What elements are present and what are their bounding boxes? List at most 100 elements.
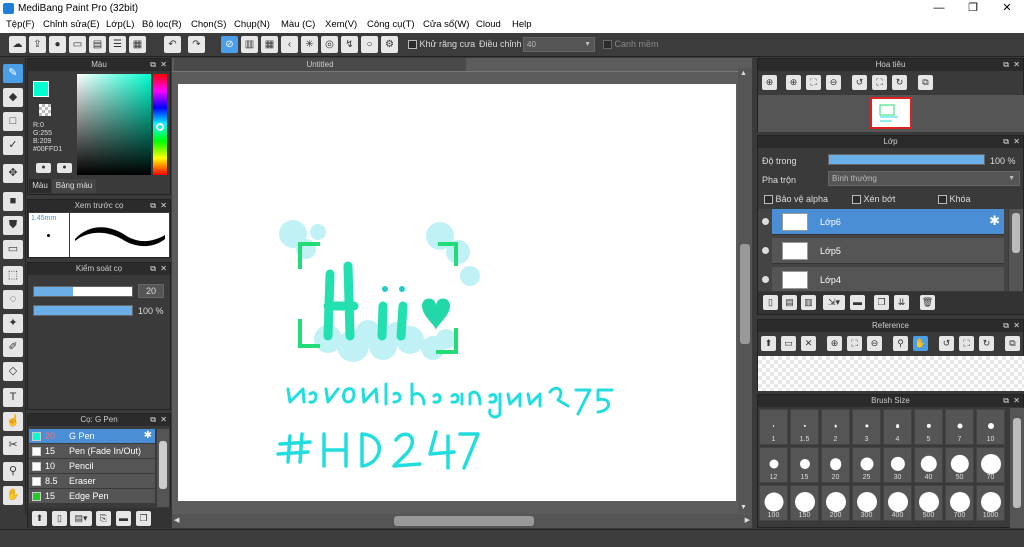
bucket-tool-icon[interactable]: ⛊ bbox=[3, 216, 23, 235]
float-icon[interactable]: ⧉ bbox=[1003, 320, 1009, 332]
parallel-snap-icon[interactable]: ▥ bbox=[241, 36, 258, 53]
brush-size-cell[interactable]: 7 bbox=[945, 409, 974, 445]
brush-size-cell[interactable]: 3 bbox=[852, 409, 881, 445]
canvas-horizontal-scrollbar[interactable]: ◀ ▶ bbox=[172, 514, 752, 528]
close-reference-icon[interactable]: ✕ bbox=[801, 336, 816, 351]
brush-size-cell[interactable]: 1 bbox=[759, 409, 788, 445]
brush-size-cell[interactable]: 1.5 bbox=[790, 409, 819, 445]
fit-window-icon[interactable]: ⛶ bbox=[806, 75, 821, 90]
scroll-right-icon[interactable]: ▶ bbox=[745, 516, 750, 524]
scroll-down-icon[interactable]: ▼ bbox=[740, 504, 747, 511]
flip-icon[interactable]: ⧉ bbox=[918, 75, 933, 90]
close-icon[interactable]: ✕ bbox=[160, 200, 167, 212]
tab-color[interactable]: Màu bbox=[29, 179, 51, 193]
menu-window[interactable]: Cửa sổ(W) bbox=[423, 19, 469, 30]
move-tool-icon[interactable]: ✥ bbox=[3, 164, 23, 183]
zoom-in-icon[interactable]: ⊕ bbox=[827, 336, 842, 351]
menu-help[interactable]: Help bbox=[512, 19, 532, 30]
comment-icon[interactable]: ▭ bbox=[69, 36, 86, 53]
brush-item-edge-pen[interactable]: 15 Edge Pen bbox=[29, 489, 155, 504]
brush-size-cell[interactable]: 500 bbox=[914, 485, 943, 521]
text-tool-icon[interactable]: T bbox=[3, 388, 23, 407]
lock-checkbox[interactable] bbox=[938, 195, 947, 205]
minimize-button[interactable]: — bbox=[922, 0, 956, 17]
brush-size-cell[interactable]: 1000 bbox=[976, 485, 1005, 521]
folder-icon[interactable]: ▬ bbox=[850, 295, 865, 310]
select-eraser-tool-icon[interactable]: ◇ bbox=[3, 362, 23, 381]
color-swap-icon[interactable]: ● bbox=[57, 163, 72, 173]
undo-icon[interactable]: ↶ bbox=[164, 36, 181, 53]
rotate-right-icon[interactable]: ↻ bbox=[979, 336, 994, 351]
brush-size-cell[interactable]: 2 bbox=[821, 409, 850, 445]
fill-rect-tool-icon[interactable]: ■ bbox=[3, 192, 23, 211]
gradient-tool-icon[interactable]: ▭ bbox=[3, 240, 23, 259]
rotate-left-icon[interactable]: ↺ bbox=[939, 336, 954, 351]
add-brush-icon[interactable]: ⬆ bbox=[32, 511, 47, 526]
brush-size-cell[interactable]: 4 bbox=[883, 409, 912, 445]
chat-icon[interactable]: ● bbox=[49, 36, 66, 53]
redo-icon[interactable]: ↷ bbox=[188, 36, 205, 53]
list-icon[interactable]: ☰ bbox=[109, 36, 126, 53]
clipping-toggle[interactable]: Xén bớt bbox=[852, 194, 895, 205]
fit-window-icon[interactable]: ⛶ bbox=[847, 336, 862, 351]
brush-size-cell[interactable]: 40 bbox=[914, 447, 943, 483]
close-icon[interactable]: ✕ bbox=[1013, 395, 1020, 407]
zoom-in-icon[interactable]: ⊕ bbox=[786, 75, 801, 90]
float-icon[interactable]: ⧉ bbox=[150, 263, 156, 275]
add-layer-menu-icon[interactable]: ⇲▾ bbox=[823, 295, 845, 310]
drawing-canvas[interactable] bbox=[178, 84, 736, 501]
float-icon[interactable]: ⧉ bbox=[150, 414, 156, 426]
menu-snap[interactable]: Chụp(N) bbox=[234, 19, 270, 30]
brush-size-value[interactable]: 20 bbox=[138, 284, 164, 298]
merge-layer-icon[interactable]: ⇊ bbox=[894, 295, 909, 310]
circle-snap-icon[interactable]: ◎ bbox=[321, 36, 338, 53]
cloud-download-icon[interactable]: ⬆ bbox=[761, 336, 776, 351]
brush-size-cell[interactable]: 400 bbox=[883, 485, 912, 521]
visibility-eye-icon[interactable] bbox=[762, 218, 769, 225]
hue-handle[interactable] bbox=[156, 123, 164, 131]
zoom-out-icon[interactable]: ⊖ bbox=[826, 75, 841, 90]
new-halftone-layer-icon[interactable]: ▤ bbox=[782, 295, 797, 310]
float-icon[interactable]: ⧉ bbox=[1003, 395, 1009, 407]
brush-item-eraser[interactable]: 8.5 Eraser bbox=[29, 474, 155, 489]
transparent-color-swatch[interactable] bbox=[39, 104, 51, 116]
brush-size-cell[interactable]: 15 bbox=[790, 447, 819, 483]
scroll-up-icon[interactable]: ▲ bbox=[740, 70, 747, 77]
lasso-tool-icon[interactable]: ◌ bbox=[3, 290, 23, 309]
foreground-color-swatch[interactable] bbox=[33, 81, 49, 97]
lock-toggle[interactable]: Khóa bbox=[938, 194, 971, 205]
duplicate-icon[interactable]: ❐ bbox=[136, 511, 151, 526]
operation-tool-icon[interactable]: ☝ bbox=[3, 412, 23, 431]
snap-settings-icon[interactable]: ⚙ bbox=[381, 36, 398, 53]
brush-size-slider[interactable] bbox=[33, 286, 133, 297]
cross-snap-icon[interactable]: ▦ bbox=[261, 36, 278, 53]
visibility-eye-icon[interactable] bbox=[762, 247, 769, 254]
brush-size-cell[interactable]: 30 bbox=[883, 447, 912, 483]
close-icon[interactable]: ✕ bbox=[1013, 136, 1020, 148]
layer-opacity-slider[interactable] bbox=[828, 154, 985, 165]
brush-size-cell[interactable]: 100 bbox=[759, 485, 788, 521]
edge-toggle[interactable]: Canh mềm bbox=[603, 39, 659, 50]
saturation-value-picker[interactable] bbox=[77, 74, 151, 175]
copy-brush-icon[interactable]: ⎘ bbox=[96, 511, 111, 526]
menu-cloud[interactable]: Cloud bbox=[476, 19, 501, 30]
brush-size-cell[interactable]: 150 bbox=[790, 485, 819, 521]
brush-size-cell[interactable]: 20 bbox=[821, 447, 850, 483]
new-layer-icon[interactable]: ▯ bbox=[763, 295, 778, 310]
brush-size-cell[interactable]: 5 bbox=[914, 409, 943, 445]
brush-size-cell[interactable]: 700 bbox=[945, 485, 974, 521]
scroll-left-icon[interactable]: ◀ bbox=[174, 516, 179, 524]
eyedropper-tool-icon[interactable]: ⚲ bbox=[3, 462, 23, 481]
layer-row[interactable]: Lớp4 bbox=[762, 267, 1004, 291]
rotate-left-icon[interactable]: ↺ bbox=[852, 75, 867, 90]
tab-palette[interactable]: Bảng màu bbox=[52, 179, 96, 193]
eraser-tool-icon[interactable]: ◆ bbox=[3, 88, 23, 107]
layer-row[interactable]: Lớp5 bbox=[762, 238, 1004, 264]
snap-off-icon[interactable]: ⊘ bbox=[221, 36, 238, 53]
brush-list-scrollbar[interactable] bbox=[157, 429, 169, 507]
brush-size-cell[interactable]: 12 bbox=[759, 447, 788, 483]
hand-tool-icon[interactable]: ✋ bbox=[3, 486, 23, 505]
menu-layer[interactable]: Lớp(L) bbox=[106, 19, 134, 30]
brush-size-cell[interactable]: 50 bbox=[945, 447, 974, 483]
brush-size-cell[interactable]: 25 bbox=[852, 447, 881, 483]
